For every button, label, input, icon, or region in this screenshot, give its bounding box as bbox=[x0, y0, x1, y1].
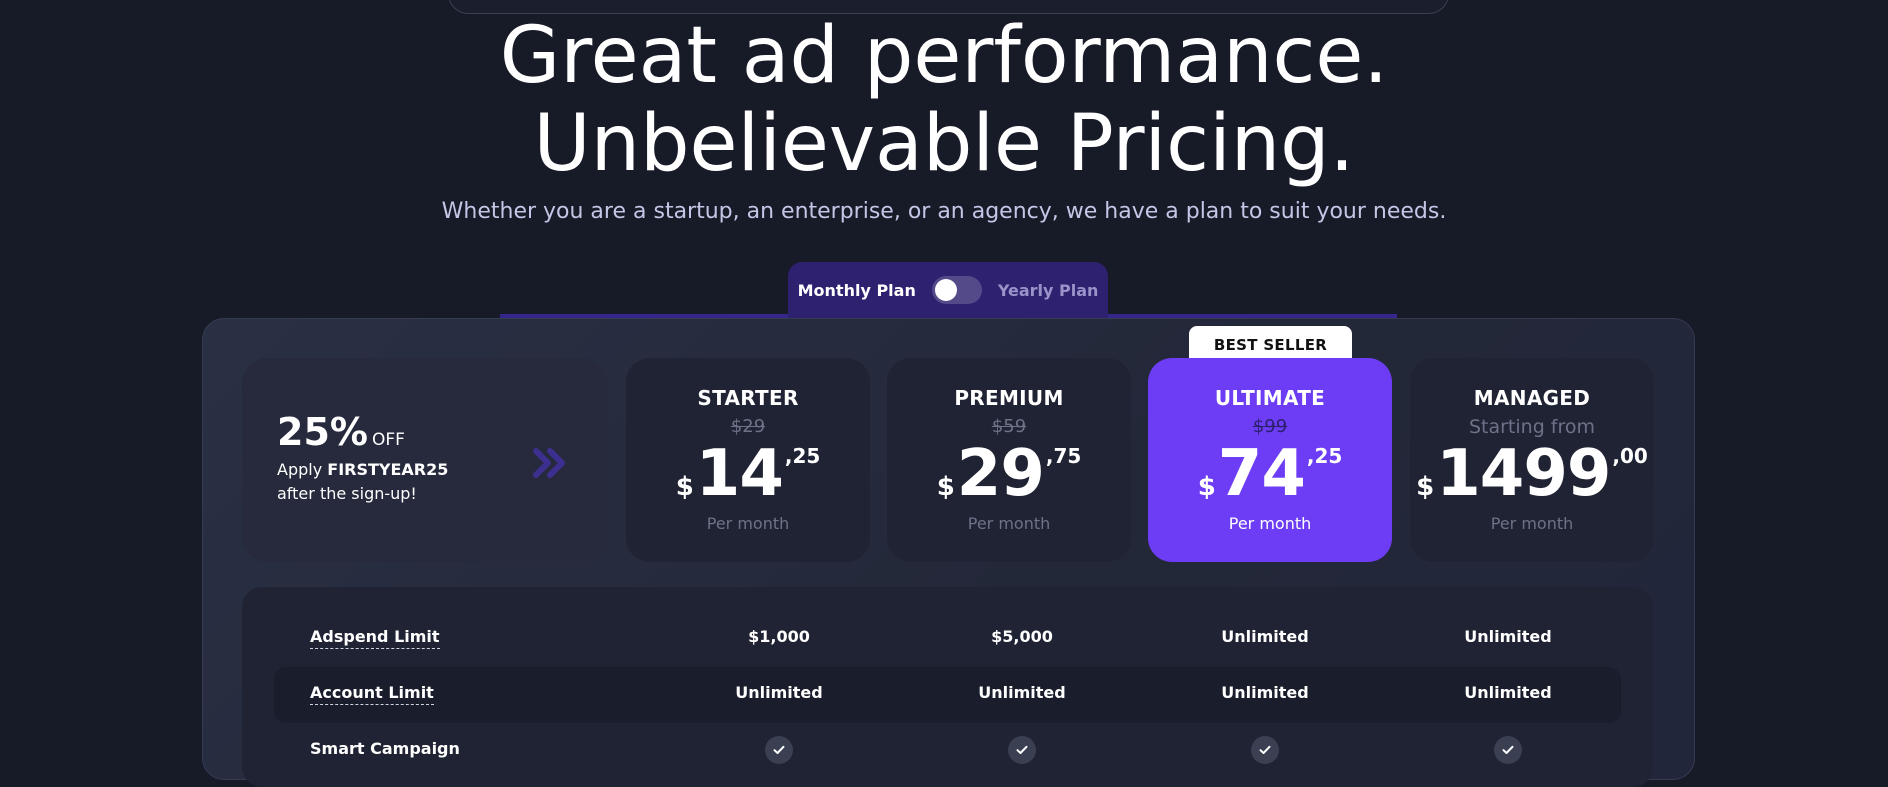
price-amount: 29 bbox=[956, 437, 1045, 511]
promo-off-label: OFF bbox=[371, 430, 405, 450]
plan-name: MANAGED bbox=[1473, 386, 1591, 410]
feature-label[interactable]: Adspend Limit bbox=[310, 627, 440, 649]
feature-value: Unlimited bbox=[735, 683, 823, 702]
feature-label: Smart Campaign bbox=[310, 739, 460, 758]
feature-value: $1,000 bbox=[748, 627, 810, 646]
plan-period: Per month bbox=[967, 514, 1051, 533]
plan-period: Per month bbox=[1228, 514, 1312, 533]
plan-price: $ 74 ,25 bbox=[1148, 440, 1392, 508]
plan-card-starter[interactable]: STARTER $29 $ 14 ,25 Per month bbox=[626, 358, 870, 562]
plan-price: $ 14 ,25 bbox=[626, 440, 870, 508]
price-amount: 1499 bbox=[1436, 437, 1611, 511]
feature-row-adspend: Adspend Limit $1,000 $5,000 Unlimited Un… bbox=[274, 611, 1621, 667]
hero-title-line1: Great ad performance. bbox=[499, 11, 1389, 101]
switch-knob bbox=[934, 279, 957, 301]
promo-code: FIRSTYEAR25 bbox=[327, 460, 449, 479]
plan-card-ultimate[interactable]: ULTIMATE $99 $ 74 ,25 Per month bbox=[1148, 358, 1392, 562]
promo-percent: 25% bbox=[277, 410, 368, 454]
price-currency: $ bbox=[1416, 472, 1435, 502]
monthly-plan-label[interactable]: Monthly Plan bbox=[798, 281, 916, 300]
double-chevron-right-icon bbox=[533, 448, 565, 478]
price-currency: $ bbox=[936, 472, 955, 502]
hero-subtitle: Whether you are a startup, an enterprise… bbox=[441, 199, 1447, 224]
price-cents: ,00 bbox=[1612, 444, 1648, 468]
feature-row-smart-campaign: Smart Campaign bbox=[274, 723, 1621, 779]
price-currency: $ bbox=[675, 472, 694, 502]
feature-table: Adspend Limit $1,000 $5,000 Unlimited Un… bbox=[242, 587, 1653, 787]
promo-card: 25% OFF Apply FIRSTYEAR25 after the sign-… bbox=[242, 358, 608, 562]
promo-content: 25% OFF Apply FIRSTYEAR25 after the sign-… bbox=[277, 410, 448, 506]
plan-name: STARTER bbox=[697, 386, 799, 410]
price-amount: 74 bbox=[1217, 437, 1306, 511]
feature-row-account: Account Limit Unlimited Unlimited Unlimi… bbox=[274, 667, 1621, 723]
feature-value: Unlimited bbox=[1464, 627, 1552, 646]
feature-value: Unlimited bbox=[1221, 683, 1309, 702]
hero-title-line2: Unbelievable Pricing. bbox=[533, 99, 1355, 189]
plan-period: Per month bbox=[706, 514, 790, 533]
promo-after-text: after the sign-up! bbox=[277, 484, 417, 503]
price-cents: ,75 bbox=[1045, 444, 1082, 468]
feature-value: Unlimited bbox=[1221, 627, 1309, 646]
plan-card-managed[interactable]: MANAGED Starting from $ 1499 ,00 Per mon… bbox=[1410, 358, 1654, 562]
plan-name: PREMIUM bbox=[954, 386, 1064, 410]
price-currency: $ bbox=[1197, 472, 1216, 502]
feature-value: Unlimited bbox=[978, 683, 1066, 702]
price-cents: ,25 bbox=[1306, 444, 1343, 468]
billing-period-switch[interactable] bbox=[931, 276, 982, 304]
check-icon bbox=[1251, 736, 1279, 764]
price-amount: 14 bbox=[695, 437, 784, 511]
check-icon bbox=[765, 736, 793, 764]
promo-apply-prefix: Apply bbox=[277, 460, 323, 479]
plan-period: Per month bbox=[1490, 514, 1574, 533]
plan-name: ULTIMATE bbox=[1214, 386, 1326, 410]
billing-toggle-tab: Monthly Plan Yearly Plan bbox=[788, 262, 1108, 318]
promo-apply-line: Apply FIRSTYEAR25 bbox=[277, 458, 448, 482]
yearly-plan-label[interactable]: Yearly Plan bbox=[998, 281, 1099, 300]
price-cents: ,25 bbox=[784, 444, 821, 468]
plan-card-premium[interactable]: PREMIUM $59 $ 29 ,75 Per month bbox=[887, 358, 1131, 562]
plan-price: $ 1499 ,00 bbox=[1410, 440, 1654, 508]
feature-label[interactable]: Account Limit bbox=[310, 683, 434, 705]
feature-value: Unlimited bbox=[1464, 683, 1552, 702]
check-icon bbox=[1494, 736, 1522, 764]
check-icon bbox=[1008, 736, 1036, 764]
feature-value: $5,000 bbox=[991, 627, 1053, 646]
plan-price: $ 29 ,75 bbox=[887, 440, 1131, 508]
